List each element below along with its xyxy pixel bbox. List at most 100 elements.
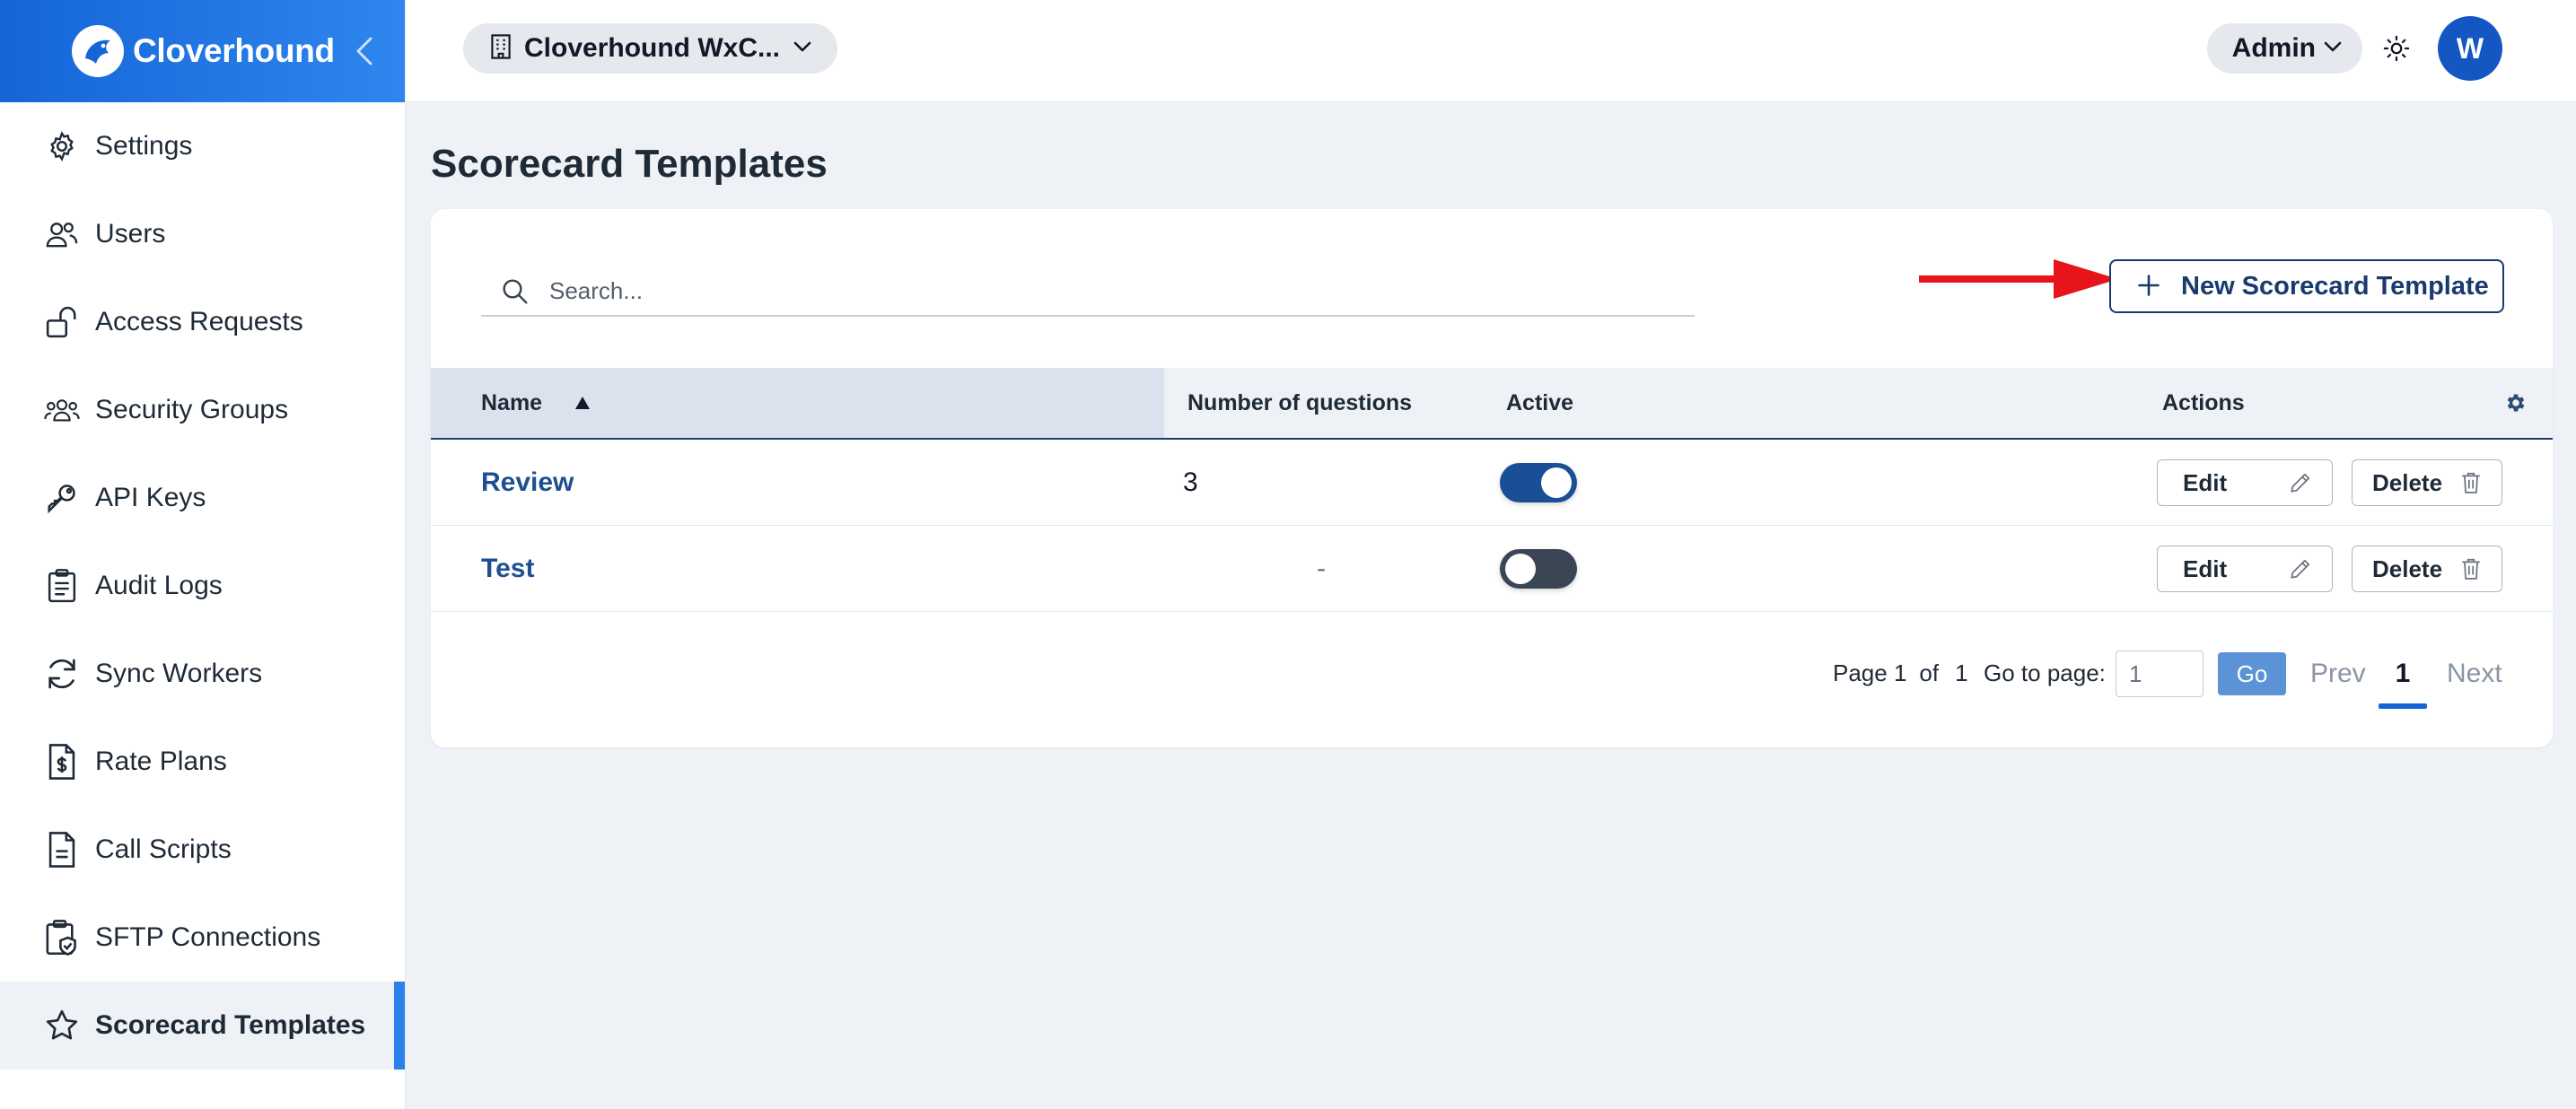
- column-header-questions[interactable]: Number of questions: [1187, 368, 1412, 438]
- template-name-link[interactable]: Review: [481, 440, 574, 526]
- delete-label: Delete: [2372, 468, 2443, 496]
- sidebar-item-label: Rate Plans: [95, 747, 227, 776]
- template-name-link[interactable]: Test: [481, 526, 534, 612]
- sidebar-item-settings[interactable]: Settings: [0, 102, 405, 190]
- delete-button[interactable]: Delete: [2352, 546, 2502, 592]
- sidebar-item-access-requests[interactable]: Access Requests: [0, 278, 405, 366]
- questions-count: 3: [1183, 467, 1198, 497]
- cloverhound-logo-icon: [72, 25, 124, 77]
- edit-label: Edit: [2183, 468, 2228, 496]
- key-icon: [43, 479, 81, 517]
- new-scorecard-template-button[interactable]: New Scorecard Template: [2109, 259, 2504, 313]
- page-label: Page 1: [1833, 659, 1907, 686]
- sidebar-item-sftp-connections[interactable]: SFTP Connections: [0, 894, 405, 982]
- questions-count: -: [1317, 554, 1326, 583]
- delete-label: Delete: [2372, 554, 2443, 582]
- sidebar-item-rate-plans[interactable]: Rate Plans: [0, 718, 405, 806]
- active-toggle[interactable]: [1500, 463, 1577, 502]
- clipboard-icon: [43, 567, 81, 605]
- table-row: Test - Edit Delete: [431, 526, 2553, 612]
- user-avatar[interactable]: W: [2438, 16, 2502, 81]
- dollar-file-icon: [43, 743, 81, 781]
- column-header-actions: Actions: [2162, 389, 2245, 415]
- goto-page-input[interactable]: [2116, 651, 2204, 697]
- tenant-name: Cloverhound WxC...: [524, 33, 780, 63]
- sidebar-item-label: Sync Workers: [95, 659, 263, 688]
- edit-button[interactable]: Edit: [2157, 459, 2333, 506]
- sidebar-item-security-groups[interactable]: Security Groups: [0, 366, 405, 454]
- current-page-button[interactable]: 1: [2379, 652, 2427, 695]
- trash-icon: [2460, 471, 2482, 501]
- users-icon: [43, 215, 81, 253]
- sidebar-nav: Settings Users Access Requests Security …: [0, 102, 405, 1070]
- annotation-arrow-icon: [1919, 259, 2118, 299]
- search-icon: [492, 273, 537, 309]
- active-toggle-cell: [1500, 440, 1577, 526]
- page-indicator: Page 1 of 1: [1833, 646, 1968, 700]
- pencil-icon: [2289, 471, 2312, 501]
- page-title: Scorecard Templates: [431, 142, 828, 186]
- trash-icon: [2460, 557, 2482, 587]
- sidebar-item-label: Audit Logs: [95, 571, 223, 600]
- sidebar-item-label: Users: [95, 219, 166, 249]
- chevron-down-icon: [2323, 40, 2343, 57]
- sidebar-item-scorecard-templates[interactable]: Scorecard Templates: [0, 982, 405, 1070]
- shield-clipboard-icon: [43, 919, 81, 956]
- plus-icon: [2136, 273, 2161, 301]
- active-toggle-cell: [1500, 526, 1577, 612]
- sidebar-item-label: Call Scripts: [95, 834, 232, 864]
- sidebar-item-users[interactable]: Users: [0, 190, 405, 278]
- goto-page-label: Go to page:: [1984, 659, 2106, 686]
- star-icon: [43, 1007, 81, 1044]
- delete-button[interactable]: Delete: [2352, 459, 2502, 506]
- pencil-icon: [2289, 557, 2312, 587]
- topbar: Cloverhound WxC... Admin W: [406, 0, 2576, 102]
- sidebar-item-sync-workers[interactable]: Sync Workers: [0, 630, 405, 718]
- tenant-selector[interactable]: Cloverhound WxC...: [463, 23, 837, 74]
- role-name: Admin: [2231, 33, 2316, 63]
- sidebar-item-label: SFTP Connections: [95, 922, 321, 952]
- sidebar-item-api-keys[interactable]: API Keys: [0, 454, 405, 542]
- page-total: 1: [1955, 659, 1968, 686]
- sidebar-item-label: Access Requests: [95, 307, 303, 336]
- sidebar: Cloverhound Settings Users Access Reques…: [0, 0, 406, 1109]
- current-page-indicator: [2379, 703, 2427, 709]
- brand-header: Cloverhound: [0, 0, 405, 102]
- sidebar-item-label: Scorecard Templates: [95, 1010, 366, 1040]
- sort-ascending-icon: [574, 390, 591, 416]
- column-header-active[interactable]: Active: [1506, 368, 1573, 438]
- unlock-icon: [43, 303, 81, 341]
- role-selector[interactable]: Admin: [2206, 23, 2362, 74]
- column-header-name[interactable]: Name: [431, 368, 1164, 438]
- search-input[interactable]: [549, 276, 1626, 305]
- toggle-knob: [1541, 467, 1572, 498]
- edit-button[interactable]: Edit: [2157, 546, 2333, 592]
- table-settings-gear-icon[interactable]: [2504, 368, 2528, 438]
- chevron-down-icon: [793, 40, 812, 57]
- go-button[interactable]: Go: [2218, 652, 2286, 695]
- sidebar-item-call-scripts[interactable]: Call Scripts: [0, 806, 405, 894]
- group-icon: [43, 391, 81, 429]
- page-of-label: of: [1919, 659, 1940, 686]
- new-scorecard-template-label: New Scorecard Template: [2181, 271, 2489, 301]
- sidebar-item-audit-logs[interactable]: Audit Logs: [0, 542, 405, 630]
- sidebar-item-label: Settings: [95, 131, 193, 161]
- column-header-name-label: Name: [481, 389, 543, 415]
- search-bar: [481, 266, 1695, 317]
- scorecard-templates-card: New Scorecard Template Name Number of qu…: [431, 209, 2553, 747]
- building-icon: [490, 33, 512, 65]
- toggle-knob: [1505, 554, 1536, 584]
- gear-icon: [43, 127, 81, 165]
- active-toggle[interactable]: [1500, 549, 1577, 589]
- sidebar-item-label: Security Groups: [95, 395, 289, 424]
- sidebar-item-label: API Keys: [95, 483, 206, 512]
- table-header: Name Number of questions Active Actions: [431, 368, 2553, 440]
- theme-toggle-sun-icon[interactable]: [2380, 32, 2413, 65]
- next-page-button[interactable]: Next: [2447, 652, 2502, 695]
- brand-name: Cloverhound: [133, 32, 335, 69]
- edit-label: Edit: [2183, 554, 2228, 582]
- prev-page-button[interactable]: Prev: [2310, 652, 2366, 695]
- sync-icon: [43, 655, 81, 693]
- collapse-sidebar-icon[interactable]: [347, 34, 381, 68]
- table-row: Review 3 Edit Delete: [431, 440, 2553, 526]
